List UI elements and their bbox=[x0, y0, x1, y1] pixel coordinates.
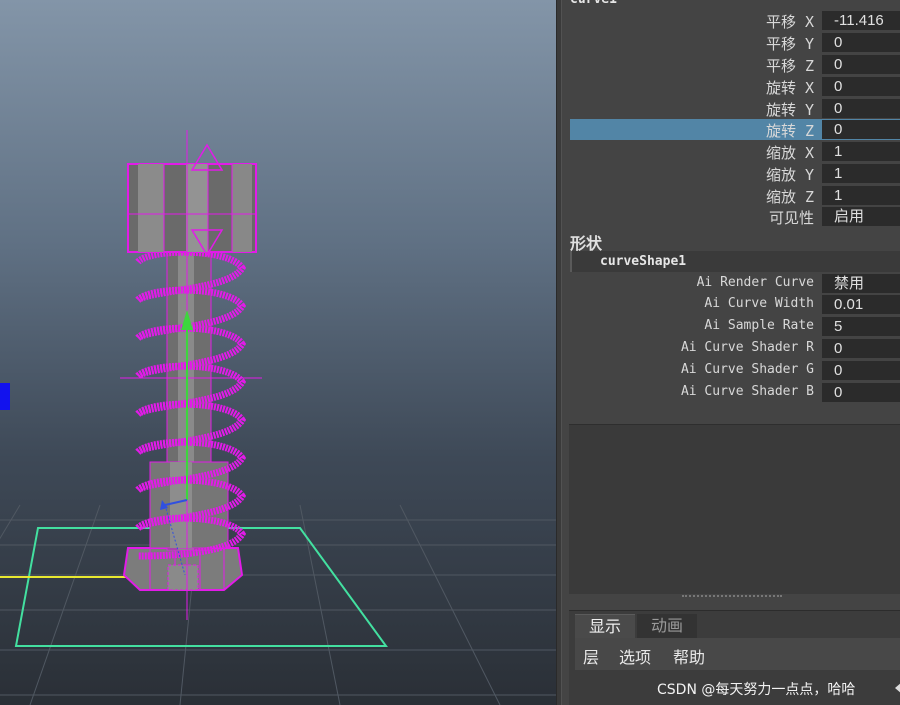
layer-editor-menu-bar: 层 选项 帮助 bbox=[575, 638, 900, 670]
attr-row-translate-y[interactable]: 平移 Y 0 bbox=[570, 32, 900, 53]
attr-row-scale-z[interactable]: 缩放 Z 1 bbox=[570, 185, 900, 206]
attr-label: 缩放 Y bbox=[765, 166, 814, 184]
attr-row-ai-curve-shader-g[interactable]: Ai Curve Shader G 0 bbox=[570, 360, 900, 381]
attr-row-scale-y[interactable]: 缩放 Y 1 bbox=[570, 163, 900, 184]
attr-row-rotate-z[interactable]: 旋转 Z 0 bbox=[570, 119, 900, 140]
shape-node-header[interactable]: curveShape1 bbox=[570, 251, 900, 272]
tab-display[interactable]: 显示 bbox=[575, 614, 636, 638]
attr-label: 可见性 bbox=[768, 209, 814, 227]
shape-node-name: curveShape1 bbox=[600, 254, 687, 269]
attr-label: 旋转 X bbox=[765, 79, 814, 97]
attr-value-field[interactable]: 启用 bbox=[822, 207, 900, 226]
attr-row-ai-sample-rate[interactable]: Ai Sample Rate 5 bbox=[570, 316, 900, 337]
attr-value-field[interactable]: 0 bbox=[822, 99, 900, 118]
attr-label: 平移 Y bbox=[765, 35, 814, 53]
attr-label: Ai Sample Rate bbox=[704, 318, 814, 333]
attr-label: Ai Curve Shader B bbox=[680, 384, 814, 399]
triangle-left-icon[interactable] bbox=[895, 682, 900, 694]
attr-row-translate-z[interactable]: 平移 Z 0 bbox=[570, 54, 900, 75]
attr-value-field[interactable]: 0 bbox=[822, 55, 900, 74]
attr-value-field[interactable]: 1 bbox=[822, 186, 900, 205]
attr-value-field[interactable]: 0.01 bbox=[822, 295, 900, 314]
attr-value-field[interactable]: 禁用 bbox=[822, 274, 900, 293]
attr-label: 平移 X bbox=[765, 13, 814, 31]
attr-value-field[interactable]: 0 bbox=[822, 383, 900, 402]
attr-row-translate-x[interactable]: 平移 X -11.416 bbox=[570, 10, 900, 31]
layer-editor: 显示 动画 层 选项 帮助 CSDN @每天努力一点点，哈哈 bbox=[569, 610, 900, 705]
attr-value-field[interactable]: 0 bbox=[822, 120, 900, 139]
attr-value-field[interactable]: 0 bbox=[822, 339, 900, 358]
viewport-blue-marker bbox=[0, 383, 10, 410]
attr-label: 缩放 Z bbox=[765, 188, 814, 206]
menu-item-help[interactable]: 帮助 bbox=[673, 644, 705, 668]
attr-value-field[interactable]: 1 bbox=[822, 142, 900, 161]
attr-value-field[interactable]: 0 bbox=[822, 33, 900, 52]
attr-value-field[interactable]: 1 bbox=[822, 164, 900, 183]
attr-value-field[interactable]: 0 bbox=[822, 77, 900, 96]
channel-box-empty-area bbox=[569, 424, 900, 594]
attr-value-field[interactable]: 5 bbox=[822, 317, 900, 336]
attr-row-rotate-x[interactable]: 旋转 X 0 bbox=[570, 76, 900, 97]
attr-label: Ai Curve Shader G bbox=[680, 362, 814, 377]
attr-label: Ai Render Curve bbox=[696, 275, 814, 290]
3d-viewport[interactable] bbox=[0, 0, 556, 705]
attr-row-ai-render-curve[interactable]: Ai Render Curve 禁用 bbox=[570, 273, 900, 294]
attr-label: Ai Curve Width bbox=[704, 296, 814, 311]
attr-value-field[interactable]: -11.416 bbox=[822, 11, 900, 30]
attr-row-rotate-y[interactable]: 旋转 Y 0 bbox=[570, 98, 900, 119]
panel-resize-handle[interactable] bbox=[682, 595, 782, 599]
attr-row-ai-curve-shader-b[interactable]: Ai Curve Shader B 0 bbox=[570, 382, 900, 403]
attr-label: 平移 Z bbox=[765, 57, 814, 75]
watermark-text: CSDN @每天努力一点点，哈哈 bbox=[657, 682, 856, 698]
viewport-scene[interactable] bbox=[0, 0, 556, 705]
attr-row-ai-curve-shader-r[interactable]: Ai Curve Shader R 0 bbox=[570, 338, 900, 359]
attr-row-scale-x[interactable]: 缩放 X 1 bbox=[570, 141, 900, 162]
ground-grid bbox=[0, 504, 556, 705]
bolt-head[interactable] bbox=[127, 163, 257, 253]
attr-row-visibility[interactable]: 可见性 启用 bbox=[570, 206, 900, 227]
object-name[interactable]: curve1 bbox=[570, 0, 617, 7]
menu-item-options[interactable]: 选项 bbox=[619, 644, 651, 668]
menu-item-layers[interactable]: 层 bbox=[583, 644, 599, 668]
attr-value-field[interactable]: 0 bbox=[822, 361, 900, 380]
tab-animation[interactable]: 动画 bbox=[637, 614, 698, 638]
attr-label: Ai Curve Shader R bbox=[680, 340, 814, 355]
attr-label: 旋转 Y bbox=[765, 101, 814, 119]
channel-box: curve1 平移 X -11.416 平移 Y 0 平移 Z 0 旋转 X 0… bbox=[562, 0, 900, 705]
attr-label: 旋转 Z bbox=[765, 122, 814, 140]
attr-label: 缩放 X bbox=[765, 144, 814, 162]
attr-row-ai-curve-width[interactable]: Ai Curve Width 0.01 bbox=[570, 294, 900, 315]
